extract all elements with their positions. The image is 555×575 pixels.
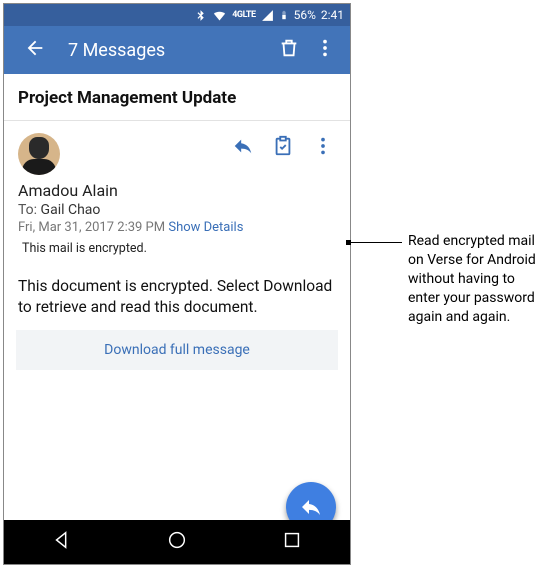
to-label: To: (18, 202, 37, 218)
back-button[interactable] (20, 33, 50, 67)
overflow-button[interactable] (310, 33, 340, 67)
avatar[interactable] (18, 133, 60, 175)
app-bar: 7 Messages (4, 26, 350, 74)
battery-pct: 56% (294, 8, 316, 22)
callout-text: Read encrypted mail on Verse for Android… (408, 232, 548, 326)
sender-name[interactable]: Amadou Alain (18, 181, 336, 200)
to-value[interactable]: Gail Chao (41, 202, 101, 218)
subject: Project Management Update (4, 74, 350, 121)
show-details-link[interactable]: Show Details (168, 220, 243, 235)
clock: 2:41 (321, 8, 344, 22)
sent-date: Fri, Mar 31, 2017 2:39 PM (18, 220, 165, 235)
sender-block: Amadou Alain To: Gail Chao Fri, Mar 31, … (4, 175, 350, 266)
status-bar: 4GLTE 56% 2:41 (4, 4, 350, 26)
message-overflow-button[interactable] (312, 135, 334, 161)
to-line: To: Gail Chao (18, 202, 336, 218)
network-label: 4GLTE (232, 10, 255, 20)
nav-back-button[interactable] (51, 529, 73, 555)
battery-icon (279, 8, 289, 22)
callout-line (348, 242, 402, 243)
date-line: Fri, Mar 31, 2017 2:39 PM Show Details (18, 220, 336, 235)
annotation-callout: Read encrypted mail on Verse for Android… (348, 232, 548, 326)
bluetooth-icon (194, 9, 207, 22)
reply-button[interactable] (232, 135, 254, 161)
nav-home-button[interactable] (166, 529, 188, 555)
encryption-note: This mail is encrypted. (18, 235, 336, 256)
delete-button[interactable] (274, 33, 304, 67)
appbar-title: 7 Messages (68, 40, 268, 61)
wifi-icon (212, 8, 227, 23)
message-meta-row (4, 121, 350, 175)
phone-frame: 4GLTE 56% 2:41 7 Messages Project Manage… (3, 3, 351, 565)
task-button[interactable] (272, 135, 294, 161)
nav-recents-button[interactable] (281, 529, 303, 555)
signal-icon (261, 9, 274, 22)
message-body: This document is encrypted. Select Downl… (4, 266, 350, 330)
download-full-message-button[interactable]: Download full message (16, 330, 338, 370)
android-nav-bar (4, 520, 350, 564)
